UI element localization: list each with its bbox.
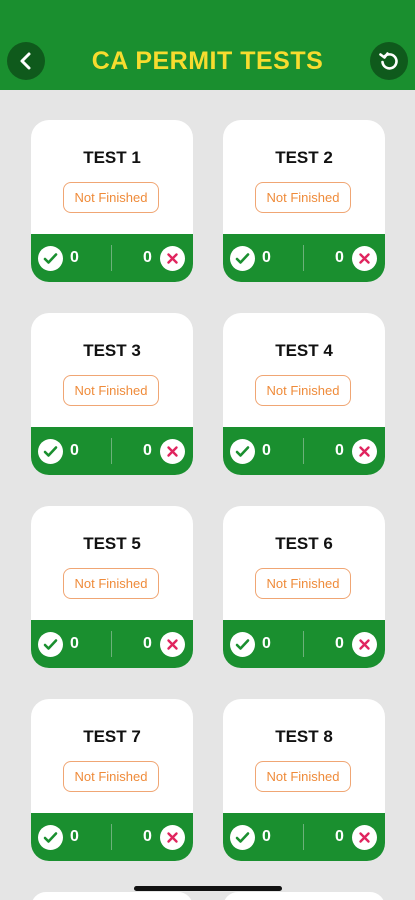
wrong-count: 0 [335,249,344,266]
wrong-icon [160,439,185,464]
correct-count: 0 [70,828,79,845]
test-title: TEST 1 [83,148,141,167]
test-card[interactable]: TEST 3 Not Finished 0 0 [31,313,193,475]
home-indicator[interactable] [134,886,282,891]
correct-icon [230,246,255,271]
test-card[interactable]: TEST 2 Not Finished 0 0 [223,120,385,282]
test-title: TEST 8 [275,727,333,746]
test-card[interactable]: TEST 7 Not Finished 0 0 [31,699,193,861]
divider [111,245,112,271]
test-card-partial[interactable] [223,892,385,900]
wrong-icon [352,825,377,850]
wrong-count: 0 [335,828,344,845]
app-header: CA PERMIT TESTS [0,0,415,90]
status-badge: Not Finished [255,182,351,213]
wrong-count: 0 [335,635,344,652]
score-bar: 0 0 [31,427,193,475]
test-card[interactable]: TEST 6 Not Finished 0 0 [223,506,385,668]
score-bar: 0 0 [223,813,385,861]
score-bar: 0 0 [223,234,385,282]
correct-icon [38,439,63,464]
correct-icon [38,632,63,657]
wrong-icon [160,246,185,271]
correct-icon [38,246,63,271]
test-title: TEST 2 [275,148,333,167]
test-card[interactable]: TEST 1 Not Finished 0 0 [31,120,193,282]
wrong-count: 0 [143,249,152,266]
correct-count: 0 [262,828,271,845]
divider [303,245,304,271]
test-title: TEST 7 [83,727,141,746]
correct-count: 0 [262,249,271,266]
test-card[interactable]: TEST 5 Not Finished 0 0 [31,506,193,668]
correct-icon [230,632,255,657]
correct-count: 0 [70,442,79,459]
page-title: CA PERMIT TESTS [91,47,324,75]
test-card-partial[interactable] [31,892,193,900]
test-card[interactable]: TEST 8 Not Finished 0 0 [223,699,385,861]
wrong-icon [160,825,185,850]
test-title: TEST 4 [275,341,333,360]
divider [303,824,304,850]
divider [303,438,304,464]
divider [111,824,112,850]
status-badge: Not Finished [63,375,159,406]
correct-count: 0 [262,442,271,459]
wrong-count: 0 [143,442,152,459]
test-title: TEST 5 [83,534,141,553]
score-bar: 0 0 [31,813,193,861]
correct-icon [230,825,255,850]
score-bar: 0 0 [31,620,193,668]
correct-icon [38,825,63,850]
wrong-icon [352,439,377,464]
status-badge: Not Finished [63,761,159,792]
wrong-icon [160,632,185,657]
divider [111,438,112,464]
status-badge: Not Finished [255,761,351,792]
correct-icon [230,439,255,464]
score-bar: 0 0 [223,427,385,475]
wrong-icon [352,632,377,657]
reset-icon [379,52,398,70]
test-title: TEST 3 [83,341,141,360]
status-badge: Not Finished [255,375,351,406]
wrong-count: 0 [143,828,152,845]
correct-count: 0 [262,635,271,652]
wrong-icon [352,246,377,271]
status-badge: Not Finished [63,568,159,599]
divider [111,631,112,657]
wrong-count: 0 [143,635,152,652]
status-badge: Not Finished [255,568,351,599]
reset-button[interactable] [370,42,408,80]
correct-count: 0 [70,635,79,652]
status-badge: Not Finished [63,182,159,213]
divider [303,631,304,657]
correct-count: 0 [70,249,79,266]
score-bar: 0 0 [223,620,385,668]
test-card[interactable]: TEST 4 Not Finished 0 0 [223,313,385,475]
score-bar: 0 0 [31,234,193,282]
test-grid: TEST 1 Not Finished 0 0 TEST 2 Not Finis… [0,90,415,900]
test-title: TEST 6 [275,534,333,553]
wrong-count: 0 [335,442,344,459]
